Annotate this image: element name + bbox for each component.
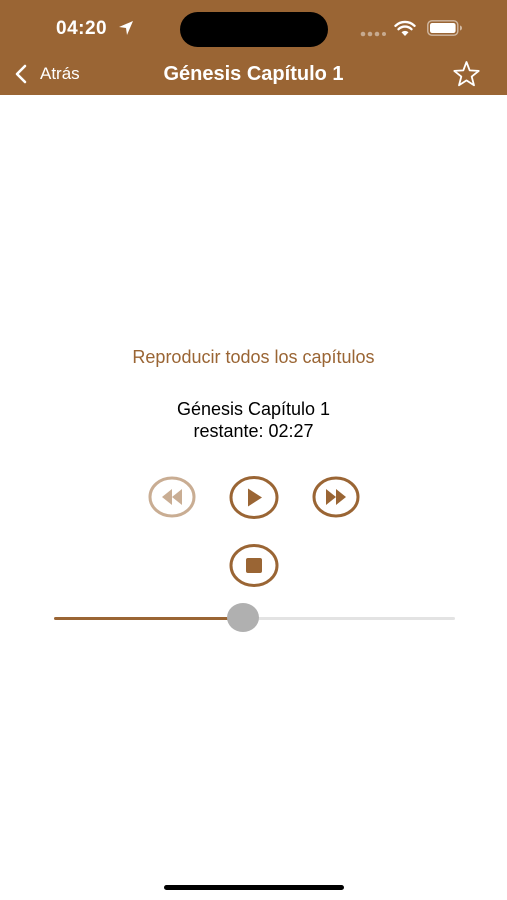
status-time: 04:20 xyxy=(56,18,108,39)
stop-button[interactable] xyxy=(229,543,279,588)
rewind-button[interactable] xyxy=(148,475,196,519)
favorite-star-button[interactable] xyxy=(452,60,481,88)
back-label: Atrás xyxy=(40,64,80,83)
slider-track-unfilled xyxy=(244,617,455,620)
dynamic-island xyxy=(180,12,328,47)
play-all-chapters-link[interactable]: Reproducir todos los capítulos xyxy=(0,347,507,368)
star-outline-icon xyxy=(453,61,480,87)
header-bar: 04:20 Atrás Génesis Capítulo 1 xyxy=(0,0,507,95)
fast-forward-icon xyxy=(326,489,346,505)
back-button[interactable]: Atrás xyxy=(14,60,80,88)
cellular-signal-icon xyxy=(360,31,386,37)
rewind-icon xyxy=(162,489,182,505)
slider-thumb[interactable] xyxy=(227,603,259,632)
play-icon xyxy=(248,488,262,507)
remaining-time: restante: 02:27 xyxy=(193,421,314,441)
slider-track-filled xyxy=(54,617,244,620)
location-arrow-icon xyxy=(119,21,133,35)
home-indicator xyxy=(164,885,344,890)
fast-forward-button[interactable] xyxy=(312,475,360,519)
battery-icon xyxy=(427,20,462,36)
track-title: Génesis Capítulo 1 xyxy=(176,399,331,419)
play-button[interactable] xyxy=(229,475,279,520)
wifi-icon xyxy=(394,20,416,36)
stop-icon xyxy=(246,558,262,573)
page-title: Génesis Capítulo 1 xyxy=(163,63,344,85)
chevron-left-icon xyxy=(15,64,27,84)
